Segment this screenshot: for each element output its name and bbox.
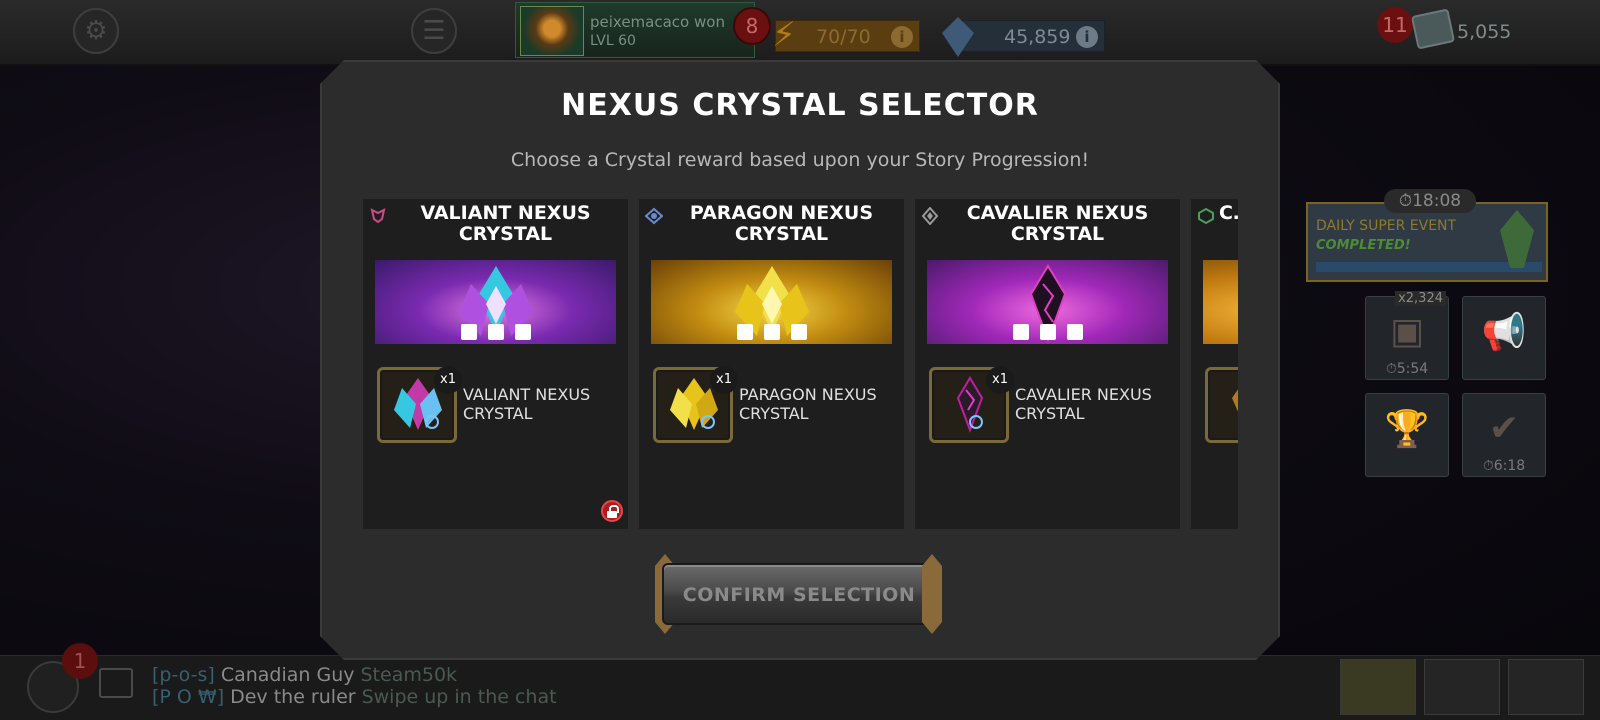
energy-meter[interactable]: ⚡ 70/70 i	[772, 15, 920, 55]
tile-timer: ⏱5:54	[1385, 361, 1429, 377]
event-status: COMPLETED!	[1316, 238, 1411, 253]
player-level: LVL 60	[590, 33, 636, 49]
energy-info-icon[interactable]: i	[891, 26, 913, 48]
rarity-dot	[1039, 324, 1056, 340]
card-banner	[375, 260, 616, 344]
reward-name: PARAGON NEXUS CRYSTAL	[739, 385, 877, 423]
chat-line[interactable]: [P O ₩] Dev the ruler Swipe up in the chat	[152, 686, 557, 708]
chest-icon: ▣	[1389, 311, 1424, 352]
trophy-icon: 🏆	[1384, 409, 1430, 450]
rarity-dots	[1012, 324, 1083, 340]
rarity-dots	[460, 324, 531, 340]
card-title: VALIANT NEXUS CRYSTAL	[420, 202, 591, 245]
energy-bolt-icon: ⚡	[772, 15, 796, 55]
cavalier-class-icon	[921, 207, 939, 225]
rarity-dot	[514, 324, 531, 340]
side-tile-announcements[interactable]: 📢	[1462, 296, 1546, 380]
rarity-dot	[1066, 324, 1083, 340]
card-header: CAVALIER NEXUS CRYSTAL	[915, 199, 1180, 259]
card-banner	[1203, 260, 1238, 344]
crystal-card-carousel[interactable]: VALIANT NEXUS CRYSTAL x1 VALIANT NEXUS C…	[363, 199, 1238, 529]
event-timer: ⏱18:08	[1384, 189, 1476, 213]
reward-name: CAVALIER NEXUS CRYSTAL	[1015, 385, 1152, 423]
rarity-dot	[763, 324, 780, 340]
card-title: C… N…	[1219, 202, 1238, 224]
units-info-icon[interactable]: i	[1076, 26, 1098, 48]
player-avatar	[520, 6, 584, 56]
crystal-card-valiant[interactable]: VALIANT NEXUS CRYSTAL x1 VALIANT NEXUS C…	[363, 199, 628, 529]
tile-count: x2,324	[1395, 291, 1446, 306]
card-banner	[651, 260, 892, 344]
rarity-dot	[460, 324, 477, 340]
crystal-card-paragon[interactable]: PARAGON NEXUS CRYSTAL x1 PARAGON NEXUS C…	[639, 199, 904, 529]
reward-item-frame[interactable]	[1205, 367, 1238, 443]
chat-message: Steam50k	[360, 664, 458, 686]
notification-badge[interactable]: 8	[733, 7, 771, 45]
card-header: PARAGON NEXUS CRYSTAL	[639, 199, 904, 259]
units-gem-icon	[942, 17, 974, 57]
chat-alliance-tag: [P O ₩]	[152, 686, 225, 708]
confirm-selection-label: CONFIRM SELECTION	[682, 584, 916, 606]
card-header: C… N…	[1191, 199, 1238, 259]
gold-icon	[1410, 8, 1456, 50]
player-profile[interactable]: peixemacaco won LVL 60	[515, 2, 755, 58]
chat-alliance-tag: [p-o-s]	[152, 664, 215, 686]
mutant-class-icon	[370, 208, 386, 224]
card-banner	[927, 260, 1168, 344]
units-counter[interactable]: 45,859 i	[942, 17, 1105, 57]
rarity-dot	[487, 324, 504, 340]
rarity-dot	[1012, 324, 1029, 340]
player-name: peixemacaco won	[590, 13, 725, 31]
modal-subtitle: Choose a Crystal reward based upon your …	[510, 149, 1090, 171]
event-crystal-icon	[1500, 210, 1534, 268]
checkmark-tile[interactable]	[1508, 659, 1584, 715]
reward-quantity: x1	[710, 366, 738, 394]
event-title: DAILY SUPER EVENT	[1316, 218, 1457, 234]
chat-bubble-icon[interactable]	[99, 668, 133, 698]
modal-title: NEXUS CRYSTAL SELECTOR	[561, 88, 1039, 123]
menu-icon[interactable]: ☰	[411, 8, 457, 54]
settings-gear-icon[interactable]: ⚙	[73, 8, 119, 54]
confirm-selection-button[interactable]: CONFIRM SELECTION	[662, 563, 936, 625]
megaphone-icon: 📢	[1481, 312, 1527, 353]
gold-value: 5,055	[1457, 21, 1512, 43]
chat-player-name: Dev the ruler	[230, 686, 356, 708]
top-bar: ⚙ ☰ peixemacaco won LVL 60 8 ⚡ 70/70 i 4…	[0, 0, 1600, 66]
card-title: CAVALIER NEXUS CRYSTAL	[966, 202, 1149, 245]
cosmic-class-icon	[1198, 207, 1214, 225]
side-tile-calendar[interactable]: ✔ ⏱6:18	[1462, 393, 1546, 477]
tile-timer: ⏱6:18	[1482, 458, 1526, 474]
units-value: 45,859	[1004, 26, 1071, 48]
paragon-class-icon	[645, 207, 663, 225]
reward-name: VALIANT NEXUS CRYSTAL	[463, 385, 591, 423]
reward-quantity: x1	[986, 366, 1014, 394]
crystal-icon	[1232, 389, 1238, 412]
quests-map-tile[interactable]	[1340, 659, 1416, 715]
energy-value: 70/70	[816, 26, 871, 48]
card-header: VALIANT NEXUS CRYSTAL	[363, 199, 628, 259]
lock-icon	[601, 500, 623, 522]
friends-badge: 1	[62, 643, 98, 679]
crystal-card-cavalier[interactable]: CAVALIER NEXUS CRYSTAL x1 CAVALIER NEXUS…	[915, 199, 1180, 529]
card-title: PARAGON NEXUS CRYSTAL	[689, 202, 874, 245]
chat-message: Swipe up in the chat	[361, 686, 557, 708]
clipboard-tile[interactable]	[1424, 659, 1500, 715]
side-tile-inventory[interactable]: ▣ x2,324 ⏱5:54	[1365, 291, 1449, 380]
chat-line[interactable]: [p-o-s] Canadian Guy Steam50k	[152, 664, 457, 686]
event-progress-bar	[1316, 262, 1542, 272]
crystal-card-partial[interactable]: C… N…	[1191, 199, 1238, 529]
gold-badge[interactable]: 11	[1377, 7, 1413, 43]
button-right-cap	[922, 554, 942, 634]
rarity-dots	[736, 324, 807, 340]
rarity-dot	[736, 324, 753, 340]
side-tile-trophy[interactable]: 🏆	[1365, 393, 1449, 477]
calendar-check-icon: ✔	[1488, 408, 1520, 449]
chat-player-name: Canadian Guy	[220, 664, 355, 686]
reward-quantity: x1	[434, 366, 462, 394]
rarity-dot	[790, 324, 807, 340]
daily-super-event-card[interactable]: DAILY SUPER EVENT COMPLETED!	[1306, 202, 1548, 282]
